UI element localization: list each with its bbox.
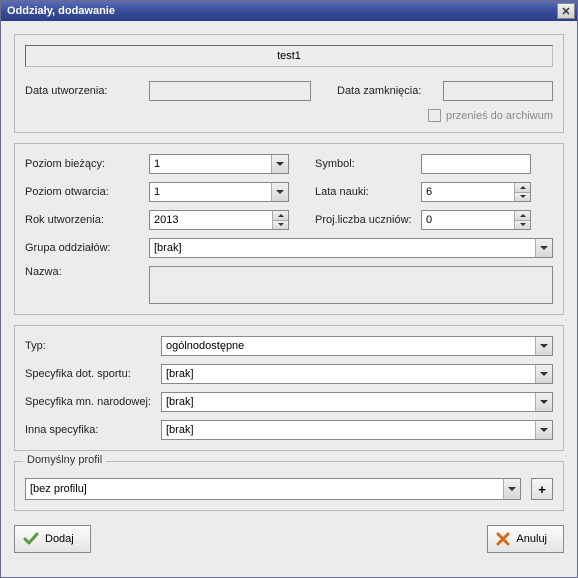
typ-label: Typ:: [25, 340, 155, 352]
spinner-down-icon[interactable]: [515, 220, 530, 230]
proj-liczba-value: 0: [426, 214, 432, 226]
chevron-down-icon: [535, 239, 552, 257]
chevron-down-icon: [503, 479, 520, 499]
proj-liczba-spinner[interactable]: 0: [421, 210, 531, 230]
nazwa-label: Nazwa:: [25, 266, 143, 278]
rok-utworzenia-value: 2013: [154, 214, 178, 226]
spinner-up-icon[interactable]: [273, 211, 288, 220]
add-profile-button[interactable]: +: [531, 478, 553, 500]
typ-value: ogólnodostępne: [166, 340, 244, 352]
profile-legend: Domyślny profil: [23, 454, 106, 466]
default-profile-group: Domyślny profil [bez profilu] +: [14, 461, 564, 511]
spec-mn-label: Specyfika mn. narodowej:: [25, 396, 155, 408]
inna-spec-value: [brak]: [166, 424, 194, 436]
archive-label: przenieś do archiwum: [446, 110, 553, 122]
poziom-otwarcia-combo[interactable]: 1: [149, 182, 289, 202]
poziom-otwarcia-value: 1: [154, 186, 160, 198]
symbol-field[interactable]: [421, 154, 531, 174]
header-group: test1 Data utworzenia: Data zamknięcia: …: [14, 34, 564, 133]
chevron-down-icon: [271, 155, 288, 173]
chevron-down-icon: [535, 393, 552, 411]
dialog-window: Oddziały, dodawanie ✕ test1 Data utworze…: [0, 0, 578, 578]
archive-checkbox: [428, 109, 441, 122]
type-group: Typ: ogólnodostępne Specyfika dot. sport…: [14, 325, 564, 451]
typ-combo[interactable]: ogólnodostępne: [161, 336, 553, 356]
spec-sport-combo[interactable]: [brak]: [161, 364, 553, 384]
grupa-oddzialow-value: [brak]: [154, 242, 182, 254]
grupa-oddzialow-combo[interactable]: [brak]: [149, 238, 553, 258]
proj-liczba-label: Proj.liczba uczniów:: [315, 214, 415, 226]
inna-spec-label: Inna specyfika:: [25, 424, 155, 436]
window-title: Oddziały, dodawanie: [7, 5, 115, 17]
spec-sport-label: Specyfika dot. sportu:: [25, 368, 155, 380]
spinner-up-icon[interactable]: [515, 183, 530, 192]
lata-nauki-spinner[interactable]: 6: [421, 182, 531, 202]
created-date-label: Data utworzenia:: [25, 85, 143, 97]
chevron-down-icon: [535, 337, 552, 355]
button-bar: Dodaj Anuluj: [14, 521, 564, 553]
title-bar: Oddziały, dodawanie ✕: [1, 1, 577, 21]
chevron-down-icon: [535, 365, 552, 383]
spec-mn-combo[interactable]: [brak]: [161, 392, 553, 412]
spec-mn-value: [brak]: [166, 396, 194, 408]
plus-icon: +: [538, 482, 546, 497]
cancel-icon: [496, 532, 510, 546]
spinner-down-icon[interactable]: [273, 220, 288, 230]
poziom-biezacy-label: Poziom bieżący:: [25, 158, 143, 170]
rok-utworzenia-spinner[interactable]: 2013: [149, 210, 289, 230]
grupa-oddzialow-label: Grupa oddziałów:: [25, 242, 143, 254]
created-date-field: [149, 81, 311, 101]
chevron-down-icon: [535, 421, 552, 439]
poziom-otwarcia-label: Poziom otwarcia:: [25, 186, 143, 198]
inna-spec-combo[interactable]: [brak]: [161, 420, 553, 440]
cancel-button[interactable]: Anuluj: [487, 525, 564, 553]
nazwa-field[interactable]: [149, 266, 553, 304]
close-button[interactable]: ✕: [557, 3, 575, 19]
closed-date-field: [443, 81, 553, 101]
profile-combo[interactable]: [bez profilu]: [25, 478, 521, 500]
cancel-button-label: Anuluj: [516, 533, 547, 545]
entity-title-field: test1: [25, 45, 553, 67]
lata-nauki-label: Lata nauki:: [315, 186, 415, 198]
rok-utworzenia-label: Rok utworzenia:: [25, 214, 143, 226]
symbol-label: Symbol:: [315, 158, 415, 170]
spinner-up-icon[interactable]: [515, 211, 530, 220]
main-fields-group: Poziom bieżący: 1 Symbol: Poziom otwarci…: [14, 143, 564, 315]
chevron-down-icon: [271, 183, 288, 201]
check-icon: [23, 531, 39, 547]
lata-nauki-value: 6: [426, 186, 432, 198]
spinner-down-icon[interactable]: [515, 192, 530, 202]
spec-sport-value: [brak]: [166, 368, 194, 380]
add-button-label: Dodaj: [45, 533, 74, 545]
close-icon: ✕: [561, 5, 570, 18]
poziom-biezacy-combo[interactable]: 1: [149, 154, 289, 174]
content-area: test1 Data utworzenia: Data zamknięcia: …: [1, 21, 577, 566]
poziom-biezacy-value: 1: [154, 158, 160, 170]
add-button[interactable]: Dodaj: [14, 525, 91, 553]
closed-date-label: Data zamknięcia:: [337, 85, 437, 97]
profile-value: [bez profilu]: [30, 483, 87, 495]
